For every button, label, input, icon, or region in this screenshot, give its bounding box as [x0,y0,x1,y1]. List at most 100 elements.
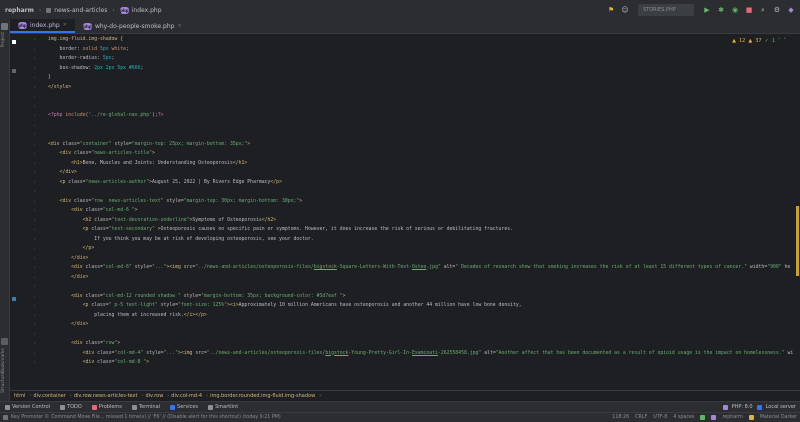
code-area[interactable]: img.img-fluid.img-shadow { border: solid… [48,34,794,390]
line-number[interactable]: • [10,304,36,309]
line-number[interactable]: • [10,352,36,357]
editor-breadcrumb-item[interactable]: div.row [141,393,169,399]
file-encoding[interactable]: UTF-8 [653,415,667,420]
php-version[interactable]: PHP: 8.0 [732,404,753,410]
line-number[interactable]: • [10,247,36,252]
line-number[interactable]: • [10,209,36,214]
tool-window-services[interactable]: Services [165,404,203,410]
code-line[interactable]: <p class="news-articles-author">August 2… [48,177,282,189]
tool-window-smartlint[interactable]: Smartlint [203,404,243,410]
line-number[interactable]: • [10,342,36,347]
status-message[interactable]: Key Promoter X: Command Move File... mis… [11,415,281,420]
stop-icon[interactable]: ■ [744,5,754,15]
theme-name[interactable]: Material Darker [760,415,797,420]
line-number[interactable]: • [10,333,36,338]
project-name[interactable]: repharm [722,415,742,420]
tab-index-php[interactable]: php index.php ✕ [10,19,75,33]
line-number[interactable]: • [10,57,36,62]
breadcrumb-file[interactable]: php index.php [115,6,162,14]
line-number[interactable]: • [10,219,36,224]
line-number[interactable]: • [10,171,36,176]
color-swatch-icon[interactable] [12,296,16,301]
lock-icon[interactable] [700,415,706,420]
tool-window-terminal[interactable]: Terminal [127,404,165,410]
line-number[interactable]: • [10,190,36,195]
color-swatch-icon[interactable] [12,40,16,44]
code-line[interactable]: </div> [48,319,88,331]
tool-window-version-control[interactable]: Version Control [0,404,55,410]
line-number[interactable]: • [10,114,36,119]
line-number[interactable]: • [10,285,36,290]
line-number[interactable]: • [10,238,36,243]
line-number[interactable]: • [10,143,36,148]
editor-breadcrumb-item[interactable]: div.container [29,393,72,399]
project-icon[interactable] [1,23,8,30]
caret-position[interactable]: 118:26 [612,415,629,420]
line-number[interactable]: • [10,133,36,138]
editor-breadcrumb-item[interactable]: html [10,393,32,399]
line-number[interactable]: • [10,361,36,366]
code-line[interactable]: box-shadow: 2px 2px 5px #666; [48,63,144,75]
run-configuration-select[interactable]: STORIES.PHP [638,4,694,16]
code-token: "..." [163,350,178,356]
line-number[interactable]: • [10,266,36,271]
debug-icon[interactable]: ✱ [716,5,726,15]
line-ending[interactable]: CRLF [635,415,647,420]
code-line[interactable]: <div class="col-md-4" style="..."><img s… [48,348,794,360]
line-number[interactable]: • [10,162,36,167]
bookmarks-tool-label[interactable]: Bookmarks [1,348,6,373]
line-number[interactable]: • [10,124,36,129]
bookmarks-icon[interactable] [1,338,8,345]
server-select[interactable]: Local server [766,404,796,410]
code-line[interactable]: <?php include('../re-global-nav.php');?> [48,110,164,122]
line-number[interactable]: • [10,76,36,81]
line-number[interactable]: • [10,276,36,281]
close-icon[interactable]: ✕ [63,22,67,28]
settings-icon[interactable]: ⚙ [772,5,782,15]
editor-breadcrumb-item[interactable]: div.col-md-4 [167,393,208,399]
notification-icon[interactable] [3,415,8,420]
line-number[interactable]: • [10,86,36,91]
structure-tool-label[interactable]: Structure [1,372,6,393]
editor-gutter[interactable]: • • • • • • • • • • • • • • • • • • • • • • • • • • • • • • • • • • • [10,34,48,390]
run-icon[interactable]: ▶ [702,5,712,15]
ide-logo-icon[interactable]: ◆ [786,5,796,15]
line-number[interactable]: • [10,257,36,262]
project-tool-label[interactable]: Project [1,32,6,47]
code-token: "margin-top: 25px; margin-bottom: 35px;" [131,141,248,147]
line-number[interactable]: • [10,200,36,205]
editor-breadcrumb-item[interactable]: img.border.rounded.img-fluid.img-shadow [206,393,321,399]
chevron-up-icon[interactable]: ˄ [778,38,781,44]
editor-breadcrumb-item[interactable]: div.row.news-articles-text [70,393,143,399]
user-add-icon[interactable]: ☺ [620,5,630,15]
breadcrumb-project[interactable]: repharm [0,7,34,14]
inspection-widget[interactable]: ▲ 12 ▲ 37 ✓ 1 ˄ ˅ [732,38,786,44]
color-swatch-icon[interactable] [12,68,16,73]
line-number[interactable]: • [10,314,36,319]
code-editor[interactable]: • • • • • • • • • • • • • • • • • • • • • • • • • • • • • • • • • • • img.… [10,34,794,390]
close-icon[interactable]: ✕ [177,23,181,29]
indent-setting[interactable]: 4 spaces [673,415,694,420]
code-line[interactable]: <div class="col-md-6" style="..."><img s… [48,262,790,274]
line-number[interactable]: • [10,181,36,186]
search-icon[interactable]: ⌕ [758,5,768,15]
vcs-icon[interactable]: ⚑ [606,5,616,15]
line-number[interactable]: • [10,48,36,53]
line-number[interactable]: • [10,95,36,100]
tool-window-problems[interactable]: Problems [87,404,127,410]
tool-window-todo[interactable]: TODO [55,404,87,410]
code-line[interactable]: </style> [48,82,71,94]
code-line[interactable]: </div> [48,272,88,284]
code-line[interactable]: <h1>Bone, Muscles and Joints: Understand… [48,158,247,170]
line-number[interactable]: • [10,152,36,157]
line-number[interactable]: • [10,228,36,233]
coverage-icon[interactable]: ◉ [730,5,740,15]
chevron-down-icon[interactable]: ˅ [784,38,787,44]
breadcrumb-folder[interactable]: news-and-articles [41,7,107,14]
scroll-warning-mark[interactable] [796,206,799,276]
line-number[interactable]: • [10,323,36,328]
tab-why-do-people-smoke[interactable]: php why-do-people-smoke.php ✕ [75,19,190,33]
editor-scrollbar[interactable] [794,34,800,390]
line-number[interactable]: • [10,105,36,110]
code-line[interactable]: <div class="col-md-8 "> [48,357,149,369]
